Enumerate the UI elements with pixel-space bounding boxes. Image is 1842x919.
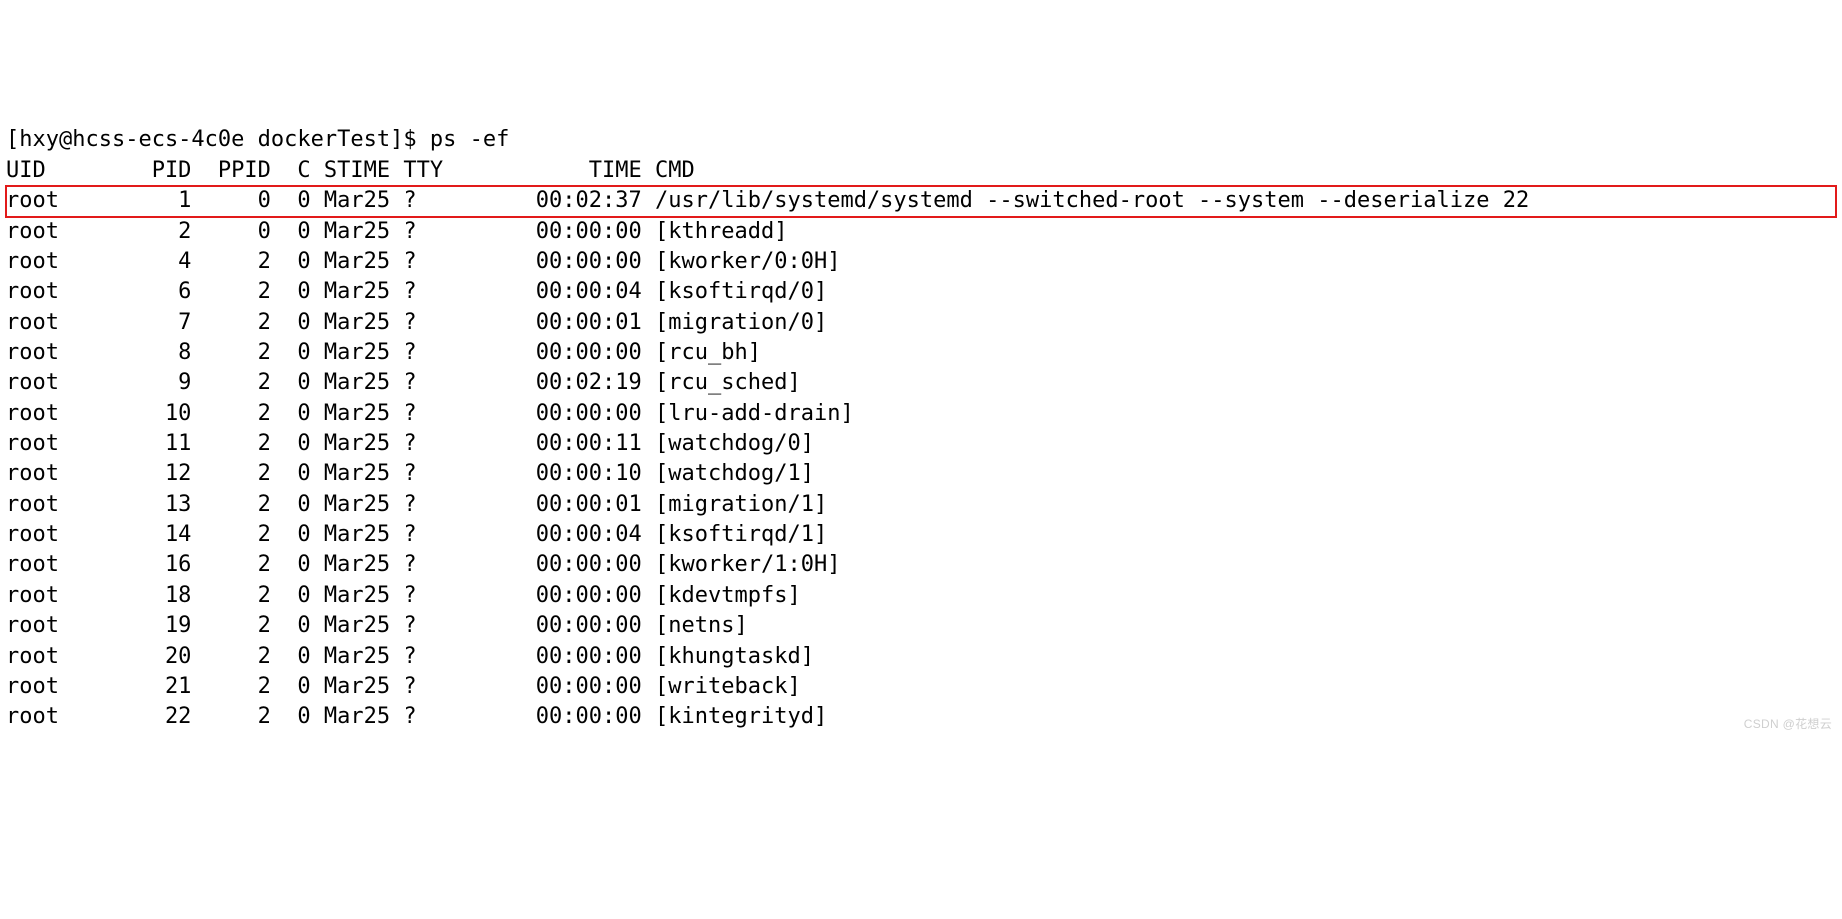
process-row: root 4 2 0 Mar25 ? 00:00:00 [kworker/0:0… — [6, 247, 1836, 277]
process-row: root 14 2 0 Mar25 ? 00:00:04 [ksoftirqd/… — [6, 520, 1836, 550]
process-row: root 20 2 0 Mar25 ? 00:00:00 [khungtaskd… — [6, 642, 1836, 672]
process-row: root 18 2 0 Mar25 ? 00:00:00 [kdevtmpfs] — [6, 581, 1836, 611]
watermark: CSDN @花想云 — [1744, 716, 1832, 733]
process-row: root 10 2 0 Mar25 ? 00:00:00 [lru-add-dr… — [6, 399, 1836, 429]
process-row: root 13 2 0 Mar25 ? 00:00:01 [migration/… — [6, 490, 1836, 520]
process-row: root 7 2 0 Mar25 ? 00:00:01 [migration/0… — [6, 308, 1836, 338]
terminal-output: [hxy@hcss-ecs-4c0e dockerTest]$ ps -efUI… — [6, 125, 1836, 732]
process-row: root 6 2 0 Mar25 ? 00:00:04 [ksoftirqd/0… — [6, 277, 1836, 307]
ps-header: UID PID PPID C STIME TTY TIME CMD — [6, 156, 1836, 186]
process-row: root 9 2 0 Mar25 ? 00:02:19 [rcu_sched] — [6, 368, 1836, 398]
process-row: root 11 2 0 Mar25 ? 00:00:11 [watchdog/0… — [6, 429, 1836, 459]
prompt-line[interactable]: [hxy@hcss-ecs-4c0e dockerTest]$ ps -ef — [6, 125, 1836, 155]
process-row: root 2 0 0 Mar25 ? 00:00:00 [kthreadd] — [6, 217, 1836, 247]
process-row: root 21 2 0 Mar25 ? 00:00:00 [writeback] — [6, 672, 1836, 702]
process-row: root 16 2 0 Mar25 ? 00:00:00 [kworker/1:… — [6, 550, 1836, 580]
process-row: root 22 2 0 Mar25 ? 00:00:00 [kintegrity… — [6, 702, 1836, 732]
process-row: root 12 2 0 Mar25 ? 00:00:10 [watchdog/1… — [6, 459, 1836, 489]
process-row: root 8 2 0 Mar25 ? 00:00:00 [rcu_bh] — [6, 338, 1836, 368]
process-row: root 19 2 0 Mar25 ? 00:00:00 [netns] — [6, 611, 1836, 641]
process-row: root 1 0 0 Mar25 ? 00:02:37 /usr/lib/sys… — [6, 186, 1836, 216]
